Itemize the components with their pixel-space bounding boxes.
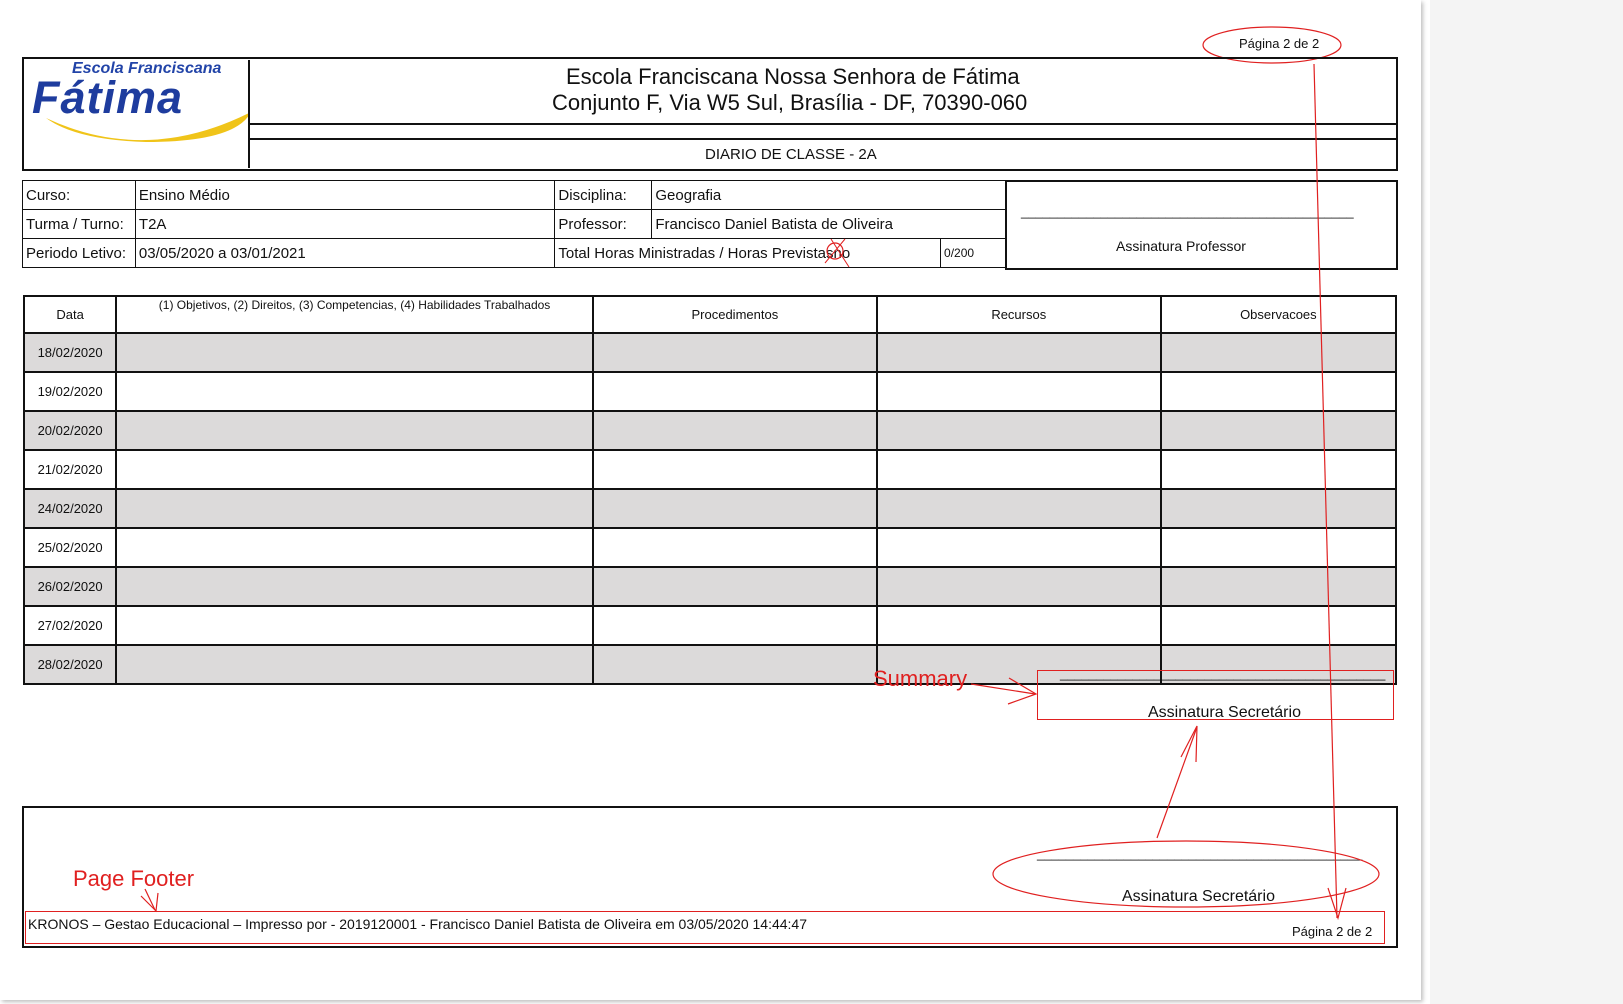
viewer-side-area	[1430, 0, 1623, 1004]
annotation-arrows	[140, 63, 1347, 921]
report-page: Página 2 de 2 Escola Franciscana Fátima …	[0, 0, 1421, 1000]
